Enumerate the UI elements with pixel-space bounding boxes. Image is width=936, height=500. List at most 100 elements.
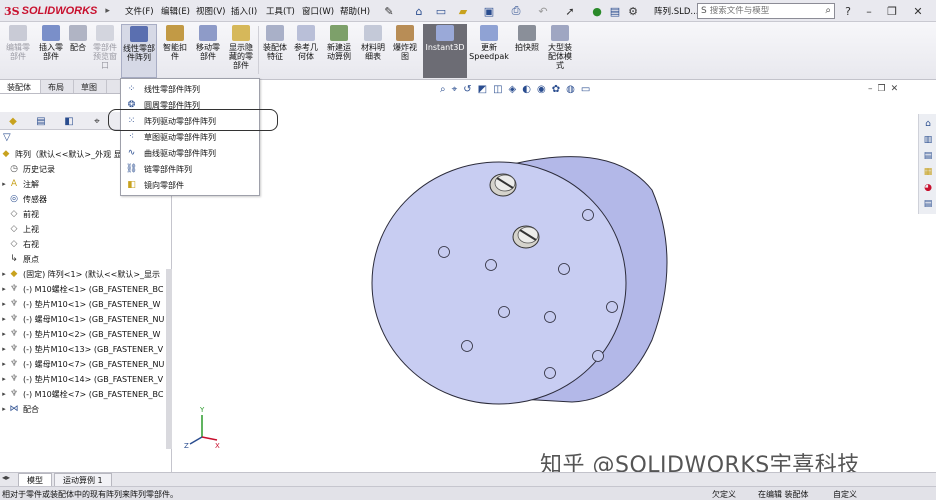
expand-toggle[interactable]: ▸ (0, 330, 8, 338)
search-box[interactable]: S ⌕ (697, 3, 835, 19)
tree-item[interactable]: ▸ ♆ (-) 垫片M10<1> (GB_FASTENER_W (0, 297, 172, 311)
solidworks-logo[interactable]: 3S SOLIDWORKS ▸ (4, 3, 110, 19)
status-custom-units[interactable]: 自定义 (833, 489, 857, 500)
tree-item[interactable]: ◇ 前视 (0, 207, 172, 221)
view-orientation-icon[interactable]: ◈ (509, 84, 517, 95)
open-folder-icon[interactable]: ▰ (455, 3, 471, 19)
graphics-area[interactable]: X Y Z (172, 80, 918, 472)
tab-layout[interactable]: 布局 (41, 80, 74, 93)
menu-item-curve-driven[interactable]: ∿ 曲线驱动零部件阵列 (121, 145, 259, 161)
previous-view-icon[interactable]: ↺ (463, 84, 471, 95)
dynamic-annotation-icon[interactable]: ◫ (493, 84, 502, 95)
tree-item[interactable]: ▸ ◆ (固定) 阵列<1> (默认<<默认>_显示 (0, 267, 172, 281)
tree-item[interactable]: ▸ ♆ (-) 螺母M10<1> (GB_FASTENER_NU (0, 312, 172, 326)
expand-toggle[interactable]: ▸ (0, 405, 8, 413)
assembly-feature-button[interactable]: 装配体 特征 (261, 24, 289, 78)
tree-item[interactable]: ▸ ♆ (-) 垫片M10<2> (GB_FASTENER_W (0, 327, 172, 341)
options-gear-icon[interactable]: ⚙ (625, 3, 641, 19)
tab-sketch[interactable]: 草图 (74, 80, 107, 93)
pin-icon[interactable]: ✎ (381, 3, 397, 19)
move-component-button[interactable]: 移动零 部件 (193, 24, 223, 78)
mate-button[interactable]: 配合 (67, 24, 89, 78)
menu-edit[interactable]: 编辑(E) (161, 5, 190, 17)
tree-item[interactable]: ▸ ⋈ 配合 (0, 402, 172, 416)
filter-icon[interactable]: ▽ (3, 132, 11, 143)
show-hidden-button[interactable]: 显示隐 藏的零 部件 (226, 24, 256, 78)
expand-toggle[interactable]: ▸ (0, 300, 8, 308)
search-icon[interactable]: ⌕ (825, 5, 831, 16)
instant3d-button[interactable]: Instant3D (423, 24, 467, 78)
menu-item-mirror-component[interactable]: ◧ 镜向零部件 (121, 177, 259, 193)
search-input[interactable] (709, 6, 810, 16)
edit-component-button[interactable]: 编辑零 部件 (2, 24, 34, 78)
help-icon[interactable]: ? (840, 3, 856, 19)
design-library-icon[interactable]: ▥ (922, 134, 934, 146)
print-icon[interactable]: ⎙ (508, 3, 524, 19)
new-file-icon[interactable]: ▭ (433, 3, 449, 19)
menu-file[interactable]: 文件(F) (125, 5, 154, 17)
custom-properties-icon[interactable]: ▤ (922, 198, 934, 210)
logo-expand-icon[interactable]: ▸ (105, 6, 110, 16)
menu-insert[interactable]: 插入(I) (231, 5, 257, 17)
tree-item[interactable]: ▸ ♆ (-) 螺母M10<7> (GB_FASTENER_NU (0, 357, 172, 371)
file-properties-icon[interactable]: ▤ (607, 3, 623, 19)
view-palette-icon[interactable]: ▦ (922, 166, 934, 178)
expand-toggle[interactable]: ▸ (0, 315, 8, 323)
tab-model[interactable]: 模型 (18, 472, 52, 487)
tree-item[interactable]: ◇ 上视 (0, 222, 172, 236)
menu-item-chain-pattern[interactable]: ⛓ 链零部件阵列 (121, 161, 259, 177)
configuration-tab-icon[interactable]: ◧ (60, 114, 78, 128)
search-scope-icon[interactable]: S (701, 6, 707, 16)
zoom-to-fit-icon[interactable]: ⌕ (440, 84, 446, 95)
tree-item[interactable]: ▸ ♆ (-) 垫片M10<13> (GB_FASTENER_V (0, 342, 172, 356)
tab-assembly[interactable]: 装配体 (0, 80, 41, 93)
solidworks-resources-icon[interactable]: ⌂ (922, 118, 934, 130)
bom-button[interactable]: 材料明 细表 (358, 24, 388, 78)
property-manager-tab-icon[interactable]: ▤ (32, 114, 50, 128)
minimize-icon[interactable]: – (861, 3, 877, 19)
component-preview-button[interactable]: 零部件 预览窗 口 (90, 24, 120, 78)
restore-icon[interactable]: ❐ (884, 3, 900, 19)
viewport-close-icon[interactable]: ✕ (891, 84, 899, 94)
tree-item[interactable]: ↳ 原点 (0, 252, 172, 266)
expand-toggle[interactable]: ▸ (0, 360, 8, 368)
smart-fastener-button[interactable]: 智能扣 件 (160, 24, 190, 78)
viewport-restore-icon[interactable]: ❐ (878, 84, 886, 94)
menu-window[interactable]: 窗口(W) (302, 5, 334, 17)
linear-pattern-button[interactable]: 线性零部 件阵列 (121, 24, 157, 78)
tree-item[interactable]: ◇ 右视 (0, 237, 172, 251)
display-style-icon[interactable]: ◐ (522, 84, 531, 95)
tab-nav-arrows-icon[interactable]: ◂▸ (2, 473, 10, 482)
dimxpert-tab-icon[interactable]: ⌖ (88, 114, 106, 128)
expand-toggle[interactable]: ▸ (0, 270, 8, 278)
apply-scene-icon[interactable]: ◍ (566, 84, 575, 95)
section-view-icon[interactable]: ◩ (478, 84, 487, 95)
menu-tools[interactable]: 工具(T) (266, 5, 295, 17)
new-motion-study-button[interactable]: 新建运 动算例 (324, 24, 354, 78)
menu-view[interactable]: 视图(V) (196, 5, 225, 17)
viewport-minimize-icon[interactable]: – (868, 84, 873, 94)
close-icon[interactable]: ✕ (910, 3, 926, 19)
large-assembly-button[interactable]: 大型装 配体模 式 (544, 24, 576, 78)
expand-toggle[interactable]: ▸ (0, 180, 8, 188)
hide-show-icon[interactable]: ◉ (537, 84, 546, 95)
file-explorer-icon[interactable]: ▤ (922, 150, 934, 162)
rebuild-icon[interactable]: ● (589, 3, 605, 19)
expand-toggle[interactable]: ▸ (0, 345, 8, 353)
snapshot-button[interactable]: 拍快照 (512, 24, 542, 78)
menu-item-sketch-driven[interactable]: ⁖ 草图驱动零部件阵列 (121, 129, 259, 145)
zoom-area-icon[interactable]: ⌖ (452, 84, 458, 95)
tab-motion-study[interactable]: 运动算例 1 (54, 472, 112, 487)
select-icon[interactable]: ➚ (562, 3, 578, 19)
expand-toggle[interactable]: ▸ (0, 285, 8, 293)
tree-item[interactable]: ▸ ♆ (-) M10螺栓<1> (GB_FASTENER_BC (0, 282, 172, 296)
menu-help[interactable]: 帮助(H) (340, 5, 370, 17)
edit-appearance-icon[interactable]: ✿ (552, 84, 560, 95)
exploded-view-button[interactable]: 爆炸视 图 (390, 24, 420, 78)
expand-toggle[interactable]: ▸ (0, 375, 8, 383)
expand-toggle[interactable]: ▸ (0, 390, 8, 398)
feature-tree-tab-icon[interactable]: ◆ (4, 114, 22, 128)
save-icon[interactable]: ▣ (481, 3, 497, 19)
undo-icon[interactable]: ↶ (535, 3, 551, 19)
appearances-icon[interactable]: ◕ (922, 182, 934, 194)
